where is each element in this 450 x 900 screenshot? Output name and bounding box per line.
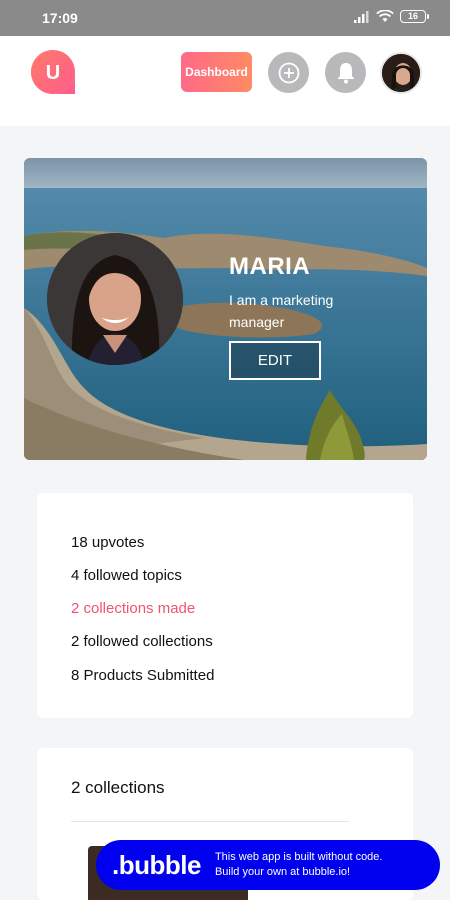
bubble-message-line1: This web app is built without code. — [214, 851, 383, 863]
logo-letter: U — [46, 62, 60, 84]
signal-icon — [354, 10, 369, 23]
app-logo[interactable]: U — [29, 48, 77, 96]
bubble-logo: .bubble — [112, 849, 201, 880]
status-time: 17:09 — [42, 10, 78, 26]
stat-collections-made[interactable]: 2 collections made — [71, 600, 195, 617]
collections-title: 2 collections — [71, 778, 165, 797]
dashboard-button[interactable]: Dashboard — [181, 52, 252, 92]
add-button[interactable] — [268, 52, 309, 93]
profile-hero-card: MARIA I am a marketing manager EDIT — [24, 158, 427, 460]
stat-followed-collections[interactable]: 2 followed collections — [71, 633, 213, 650]
wifi-icon — [376, 10, 394, 22]
profile-photo — [47, 233, 183, 365]
status-icons: 16 — [354, 10, 429, 23]
stat-products-submitted[interactable]: 8 Products Submitted — [71, 667, 214, 684]
bubble-message-line2: Build your own at bubble.io! — [214, 866, 351, 878]
notifications-button[interactable] — [325, 52, 366, 93]
avatar-image — [382, 54, 420, 92]
status-bar: 17:09 16 — [0, 0, 450, 36]
bubble-message: This web app is built without code. Buil… — [215, 850, 383, 880]
bubble-banner[interactable]: .bubble This web app is built without co… — [96, 840, 440, 890]
top-nav: U Dashboard — [0, 36, 450, 126]
stat-followed-topics[interactable]: 4 followed topics — [71, 567, 182, 584]
profile-stats-card: 18 upvotes 4 followed topics 2 collectio… — [37, 493, 413, 718]
profile-name: MARIA — [229, 253, 311, 280]
battery-level: 16 — [407, 11, 418, 21]
battery-icon: 16 — [400, 10, 429, 23]
profile-bio: I am a marketing manager — [229, 292, 334, 330]
collections-divider — [71, 821, 349, 822]
plus-icon — [278, 62, 299, 83]
bell-icon — [337, 62, 354, 83]
edit-profile-button[interactable]: EDIT — [229, 341, 321, 380]
profile-portrait-image — [47, 233, 183, 365]
stat-upvotes[interactable]: 18 upvotes — [71, 534, 144, 551]
user-avatar[interactable] — [380, 52, 422, 94]
